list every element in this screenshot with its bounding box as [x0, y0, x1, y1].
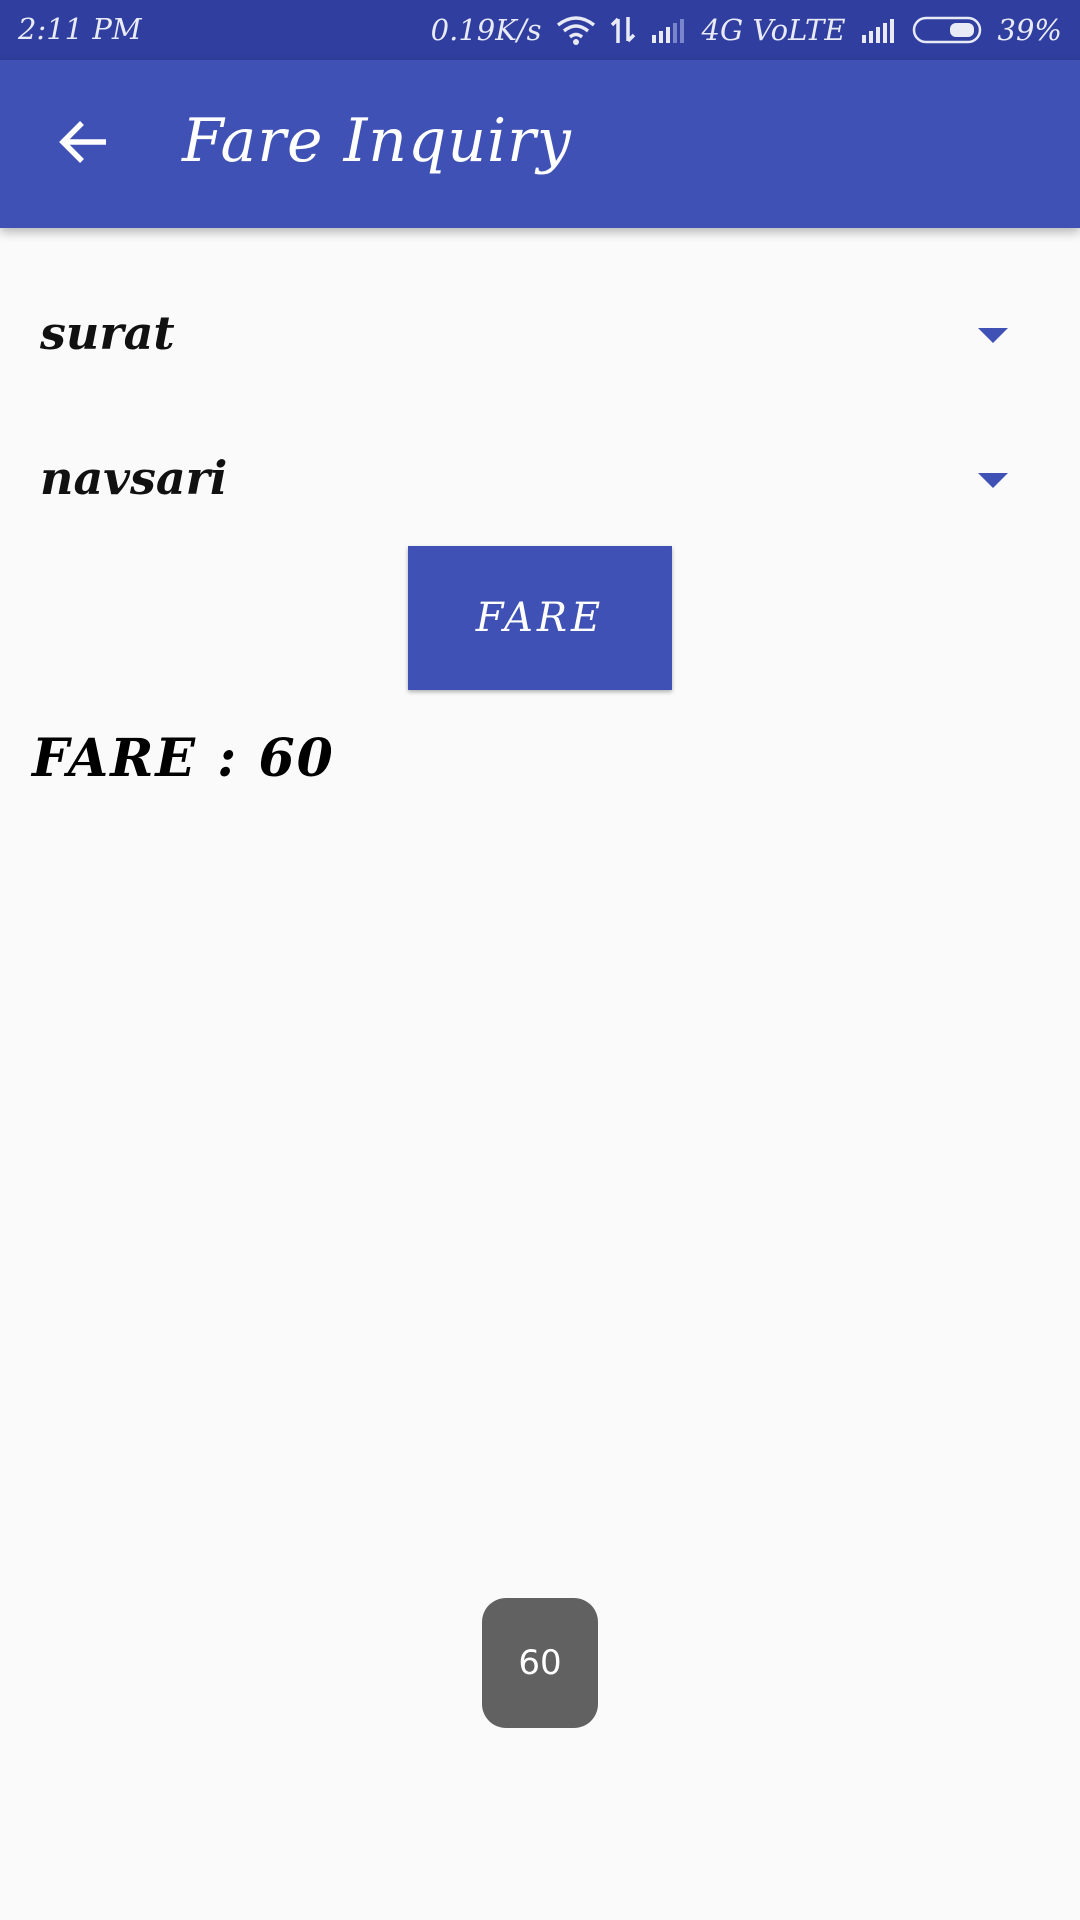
signal-icon — [860, 17, 898, 43]
from-station-spinner[interactable]: surat — [0, 272, 1080, 392]
dropdown-arrow-icon — [978, 473, 1008, 493]
fare-result-text: FARE : 60 — [32, 728, 335, 789]
toast-message: 60 — [482, 1598, 598, 1728]
signal-icon — [650, 17, 688, 43]
status-time: 2:11 PM — [18, 12, 142, 46]
page-title: Fare Inquiry — [182, 106, 572, 176]
battery-percent: 39% — [997, 13, 1062, 47]
to-station-value: navsari — [40, 451, 228, 505]
status-indicators: 0.19K/s 4G VoLTE 39% — [431, 12, 1062, 48]
back-button[interactable] — [40, 100, 128, 188]
from-station-value: surat — [40, 306, 175, 360]
app-bar: Fare Inquiry — [0, 60, 1080, 228]
network-speed: 0.19K/s — [430, 13, 542, 47]
to-station-spinner[interactable]: navsari — [0, 417, 1080, 537]
fare-button[interactable]: FARE — [408, 546, 672, 690]
dropdown-arrow-icon — [978, 328, 1008, 348]
toast-text: 60 — [518, 1643, 562, 1683]
status-bar: 2:11 PM 0.19K/s 4G VoLTE 39% — [0, 0, 1080, 60]
wifi-icon — [556, 15, 596, 45]
network-type: 4G VoLTE — [701, 13, 846, 47]
battery-icon — [912, 16, 984, 44]
data-transfer-icon — [610, 15, 636, 45]
arrow-back-icon — [58, 119, 110, 169]
